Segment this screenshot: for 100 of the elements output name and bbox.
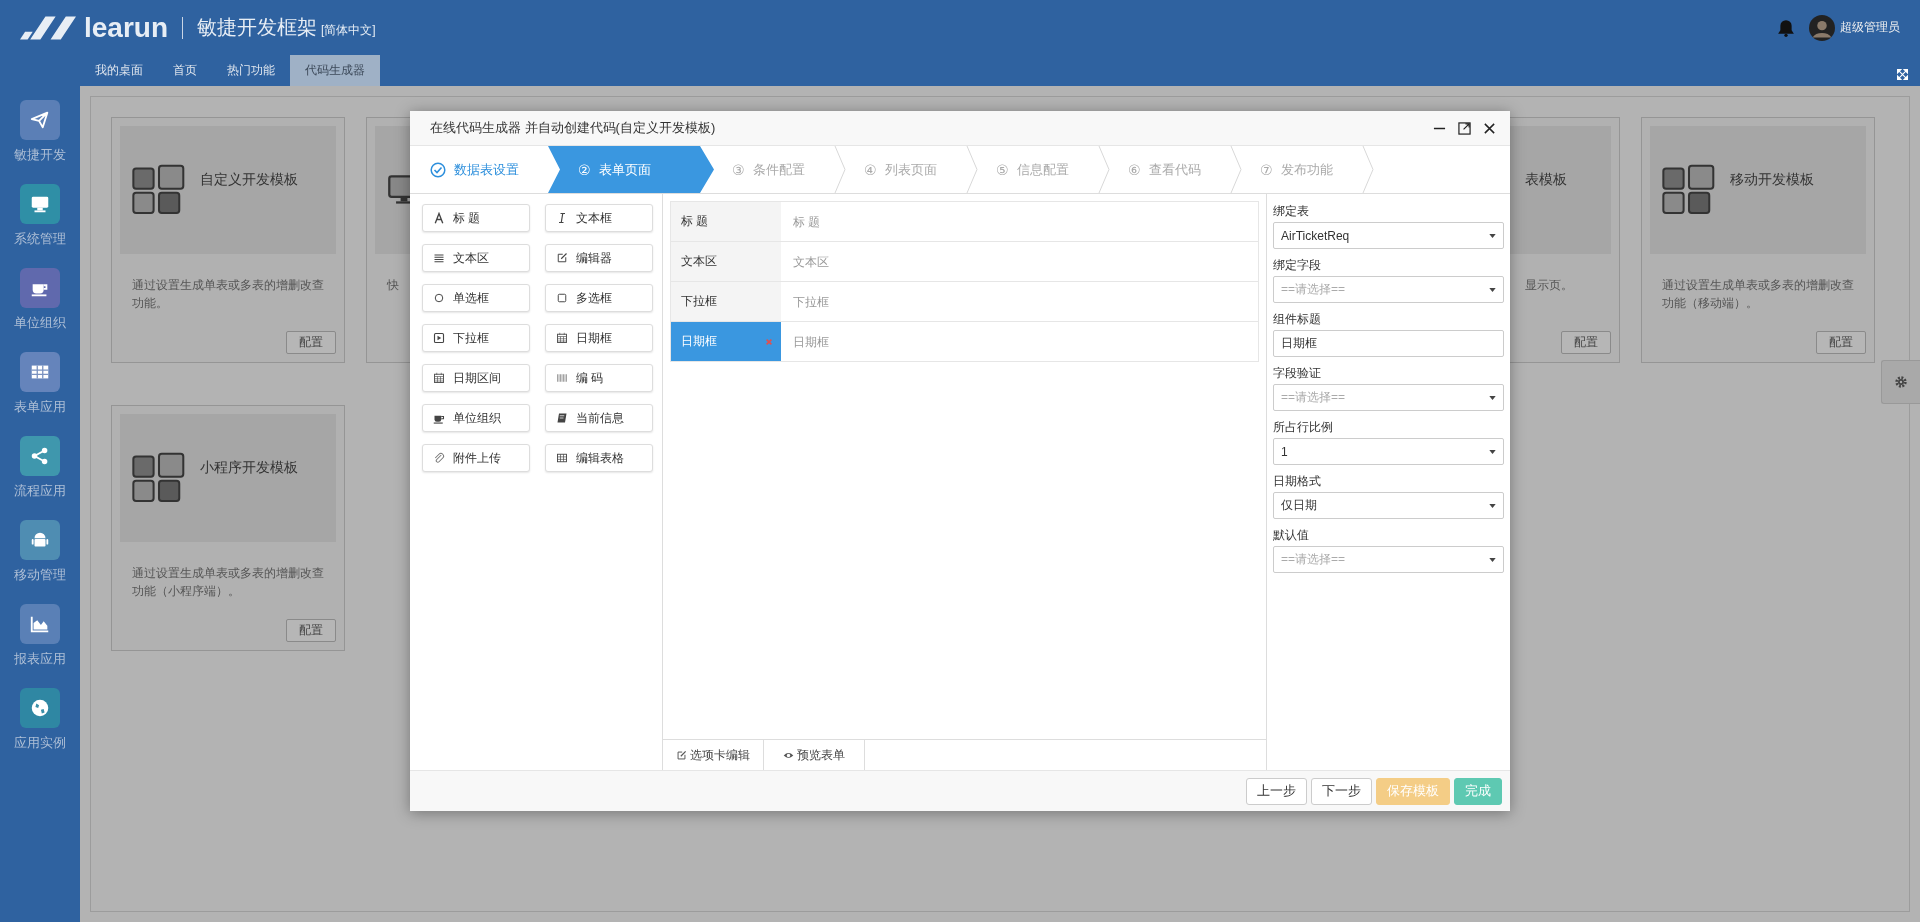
config-button[interactable]: 配置 — [286, 331, 336, 354]
nav-tab[interactable]: 我的桌面 — [80, 55, 158, 86]
menu-tile[interactable] — [20, 100, 60, 140]
close-icon[interactable] — [1483, 121, 1496, 135]
nav-tab[interactable]: 代码生成器 — [290, 55, 380, 86]
field-label[interactable]: 文本区 — [671, 242, 781, 281]
config-button[interactable]: 配置 — [1561, 331, 1611, 354]
tiles-icon — [132, 452, 186, 504]
menu-tile[interactable] — [20, 604, 60, 644]
book-icon — [556, 412, 568, 424]
select-field[interactable]: 1 — [1273, 438, 1504, 465]
property-label: 所占行比例 — [1273, 419, 1334, 436]
calendar-icon — [556, 332, 568, 344]
component-button[interactable]: 标 题 — [422, 204, 530, 232]
maximize-icon[interactable] — [1458, 121, 1471, 135]
settings-button[interactable] — [1881, 360, 1920, 404]
input-field[interactable]: 文本区 — [791, 253, 995, 270]
radio-icon — [433, 292, 445, 304]
product-name: 敏捷开发框架 — [197, 15, 318, 40]
menu-label[interactable]: 流程应用 — [14, 482, 66, 500]
caret-icon — [1489, 395, 1496, 400]
menu-tile[interactable] — [20, 436, 60, 476]
menu-label[interactable]: 系统管理 — [14, 230, 66, 248]
globe-icon — [29, 697, 51, 719]
calendar-icon — [433, 372, 445, 384]
field-label[interactable]: 日期框 — [671, 322, 781, 361]
footer-button[interactable]: 上一步 — [1246, 777, 1307, 805]
menu-label[interactable]: 报表应用 — [14, 650, 66, 668]
config-button[interactable]: 配置 — [286, 619, 336, 642]
wizard-step[interactable]: ② 表单页面 — [548, 146, 714, 193]
checkbox-icon — [556, 292, 568, 304]
lines-icon — [433, 252, 445, 264]
card-title: 表模板 — [1525, 171, 1567, 189]
font-icon — [433, 212, 445, 224]
menu-label[interactable]: 移动管理 — [14, 566, 66, 584]
caret-icon — [1489, 287, 1496, 292]
property-label: 组件标题 — [1273, 311, 1322, 328]
tiles-icon — [132, 164, 186, 216]
component-button[interactable]: 下拉框 — [422, 324, 530, 352]
language-label[interactable]: [简体中文] — [321, 22, 376, 39]
menu-tile[interactable] — [20, 268, 60, 308]
component-button[interactable]: 多选框 — [545, 284, 653, 312]
user-name[interactable]: 超级管理员 — [1840, 19, 1900, 36]
component-button[interactable]: 单选框 — [422, 284, 530, 312]
component-button[interactable]: 编 码 — [545, 364, 653, 392]
card-description: 显示页。 — [1525, 277, 1574, 294]
caret-icon — [1489, 449, 1496, 454]
menu-tile[interactable] — [20, 688, 60, 728]
nav-tab[interactable]: 首页 — [158, 55, 212, 86]
menu-tile[interactable] — [20, 352, 60, 392]
card-title: 移动开发模板 — [1730, 171, 1814, 189]
card-description: 快 — [387, 277, 400, 294]
component-button[interactable]: 文本框 — [545, 204, 653, 232]
card-title: 自定义开发模板 — [200, 171, 298, 189]
footer-button[interactable]: 下一步 — [1311, 777, 1372, 805]
component-button[interactable]: 单位组织 — [422, 404, 530, 432]
component-button[interactable]: 日期框 — [545, 324, 653, 352]
caret-icon — [1489, 557, 1496, 562]
field-label[interactable]: 下拉框 — [671, 282, 781, 321]
logo-text: learun — [84, 11, 169, 44]
property-label: 日期格式 — [1273, 473, 1322, 490]
dialog-title: 在线代码生成器 并自动创建代码(自定义开发模板) — [430, 119, 716, 137]
menu-label[interactable]: 表单应用 — [14, 398, 66, 416]
menu-label[interactable]: 敏捷开发 — [14, 146, 66, 164]
component-button[interactable]: 当前信息 — [545, 404, 653, 432]
card-description: 通过设置生成单表或多表的增删改查功能（移动端）。 — [1662, 277, 1855, 312]
caret-icon — [1489, 233, 1496, 238]
dropdown-icon — [433, 332, 445, 344]
italic-icon — [556, 212, 568, 224]
barcode-icon — [556, 372, 568, 384]
tiles-icon — [1662, 164, 1716, 216]
avatar-icon[interactable] — [1809, 14, 1835, 41]
table-icon — [556, 452, 568, 464]
check-circle-icon — [430, 161, 446, 178]
menu-tile[interactable] — [20, 184, 60, 224]
component-button[interactable]: 附件上传 — [422, 444, 530, 472]
send-icon — [29, 109, 51, 131]
caret-icon — [1489, 503, 1496, 508]
input-field[interactable]: 日期框 — [791, 333, 995, 350]
select-field[interactable]: AirTicketReq — [1273, 222, 1504, 249]
fullscreen-icon[interactable] — [1897, 69, 1908, 80]
menu-label[interactable]: 应用实例 — [14, 734, 66, 752]
input-field[interactable]: 下拉框 — [791, 293, 995, 310]
component-button[interactable]: 文本区 — [422, 244, 530, 272]
select-field[interactable]: 仅日期 — [1273, 492, 1504, 519]
component-button[interactable]: 编辑表格 — [545, 444, 653, 472]
input-field[interactable]: 日期框 — [1273, 330, 1504, 357]
bell-icon[interactable] — [1777, 18, 1795, 37]
paperclip-icon — [433, 452, 445, 464]
field-label[interactable]: 标 题 — [671, 202, 781, 241]
config-button[interactable]: 配置 — [1816, 331, 1866, 354]
menu-tile[interactable] — [20, 520, 60, 560]
component-button[interactable]: 日期区间 — [422, 364, 530, 392]
input-field[interactable]: 标 题 — [791, 213, 995, 230]
component-button[interactable]: 编辑器 — [545, 244, 653, 272]
wizard-step[interactable]: 数据表设置 — [410, 146, 548, 193]
nav-tab[interactable]: 热门功能 — [212, 55, 290, 86]
card-description: 通过设置生成单表或多表的增删改查功能。 — [132, 277, 325, 312]
menu-label[interactable]: 单位组织 — [14, 314, 66, 332]
settings-icon — [1894, 375, 1908, 389]
